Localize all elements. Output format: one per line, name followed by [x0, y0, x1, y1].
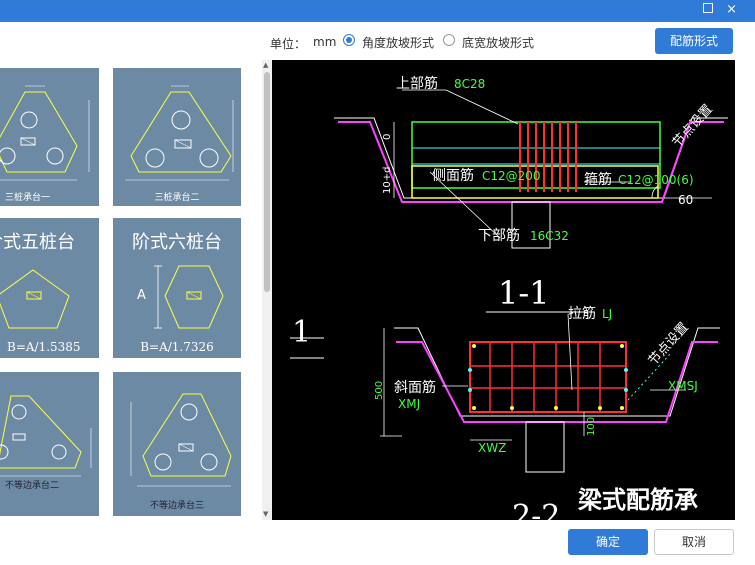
stirrup-value: C12@100(6) [618, 173, 694, 187]
xmsj-label: XMSJ [668, 379, 698, 393]
rebar-section-drawing: 1 0 10+d 上部筋 8C28 侧面筋 C12@200 箍筋 C12@100… [290, 75, 728, 520]
close-icon[interactable]: × [726, 1, 737, 19]
rebar-form-button[interactable]: 配筋形式 [655, 28, 733, 54]
scroll-thumb[interactable] [264, 72, 270, 292]
node-setting-link[interactable]: 节点设置 [670, 102, 716, 151]
cad-drawing-canvas: 1 0 10+d 上部筋 8C28 侧面筋 C12@200 箍筋 C12@100… [272, 60, 735, 520]
radio-angle-slope-label[interactable]: 角度放坡形式 [362, 34, 434, 51]
cancel-button[interactable]: 取消 [654, 529, 734, 555]
three-pile-cap-diagram [125, 85, 234, 181]
tile-unequal-cap-3[interactable]: 不等边承台三 [113, 372, 241, 516]
hexagon-diagram [154, 265, 224, 329]
tile-three-pile-cap-1[interactable]: 三桩承台一 [0, 68, 99, 206]
tile-caption: 不等边承台三 [149, 501, 204, 511]
tile-six-pile-step-cap[interactable]: 阶式六桩台 A B=A/1.7326 [113, 218, 241, 358]
scroll-up-icon[interactable]: ▲ [263, 61, 268, 69]
tile-caption: 不等边承台二 [5, 481, 60, 491]
top-rebar-label: 上部筋 [396, 75, 438, 92]
radio-width-slope[interactable] [443, 34, 455, 46]
dim-a-label: A [137, 288, 146, 303]
dim-zero: 0 [382, 134, 393, 140]
bottom-rebar-value: 16C32 [530, 229, 569, 243]
radio-width-slope-label[interactable]: 底宽放坡形式 [462, 34, 534, 51]
toolbar: 单位： mm 角度放坡形式 底宽放坡形式 配筋形式 [0, 22, 755, 60]
dim-500: 500 [374, 381, 385, 400]
section-2-2-label: 2-2 [512, 499, 560, 520]
slope-rebar-label: 斜面筋 [394, 379, 436, 396]
stirrup-label: 箍筋 [584, 171, 612, 188]
unequal-cap-diagram [0, 395, 92, 477]
tile-five-pile-step-cap[interactable]: 阶式五桩台 B=A/1.5385 [0, 218, 99, 358]
radio-angle-slope[interactable] [343, 34, 355, 46]
maximize-icon[interactable] [703, 3, 713, 13]
dim-depth: 10+d [382, 167, 393, 194]
xmj-label: XMJ [398, 397, 420, 411]
xwz-label: XWZ [478, 441, 506, 455]
dim-100: 100 [586, 417, 597, 436]
angle-label: 60 [678, 193, 693, 207]
tile-three-pile-cap-2[interactable]: 三桩承台二 [113, 68, 241, 206]
tile-formula: B=A/1.7326 [140, 340, 214, 354]
unit-value: mm [313, 35, 337, 49]
unit-label: 单位： [270, 37, 307, 51]
tile-caption: 三桩承台二 [154, 193, 200, 203]
tie-rebar-value: LJ [602, 307, 612, 321]
side-mark: 1 [292, 315, 311, 350]
title-bar: × [0, 0, 755, 22]
dialog-footer: 确定 取消 [0, 520, 755, 565]
scroll-down-icon[interactable]: ▼ [263, 510, 268, 518]
bottom-rebar-label: 下部筋 [478, 227, 520, 244]
tie-rebar-label: 拉筋 [568, 305, 596, 322]
side-rebar-value: C12@200 [482, 169, 541, 183]
library-scrollbar[interactable]: ▲ ▼ [262, 60, 272, 520]
side-rebar-label: 侧面筋 [432, 167, 474, 184]
tile-caption: 三桩承台一 [5, 193, 51, 203]
tile-unequal-cap-2[interactable]: 不等边承台二 [0, 372, 99, 516]
drawing-big-title: 梁式配筋承 [577, 486, 698, 514]
right-edge-strip [735, 60, 755, 520]
unequal-cap-diagram [130, 393, 232, 487]
top-rebar-value: 8C28 [454, 77, 485, 91]
three-pile-cap-diagram [0, 85, 90, 181]
tile-formula: B=A/1.5385 [7, 340, 81, 354]
pile-cap-library: 三桩承台一 三桩承台二 阶式五桩台 B=A/1.5385 阶式六桩台 [0, 60, 263, 520]
pentagon-diagram [0, 269, 70, 329]
ok-button[interactable]: 确定 [568, 529, 648, 555]
section-1-1-label: 1-1 [498, 274, 550, 312]
